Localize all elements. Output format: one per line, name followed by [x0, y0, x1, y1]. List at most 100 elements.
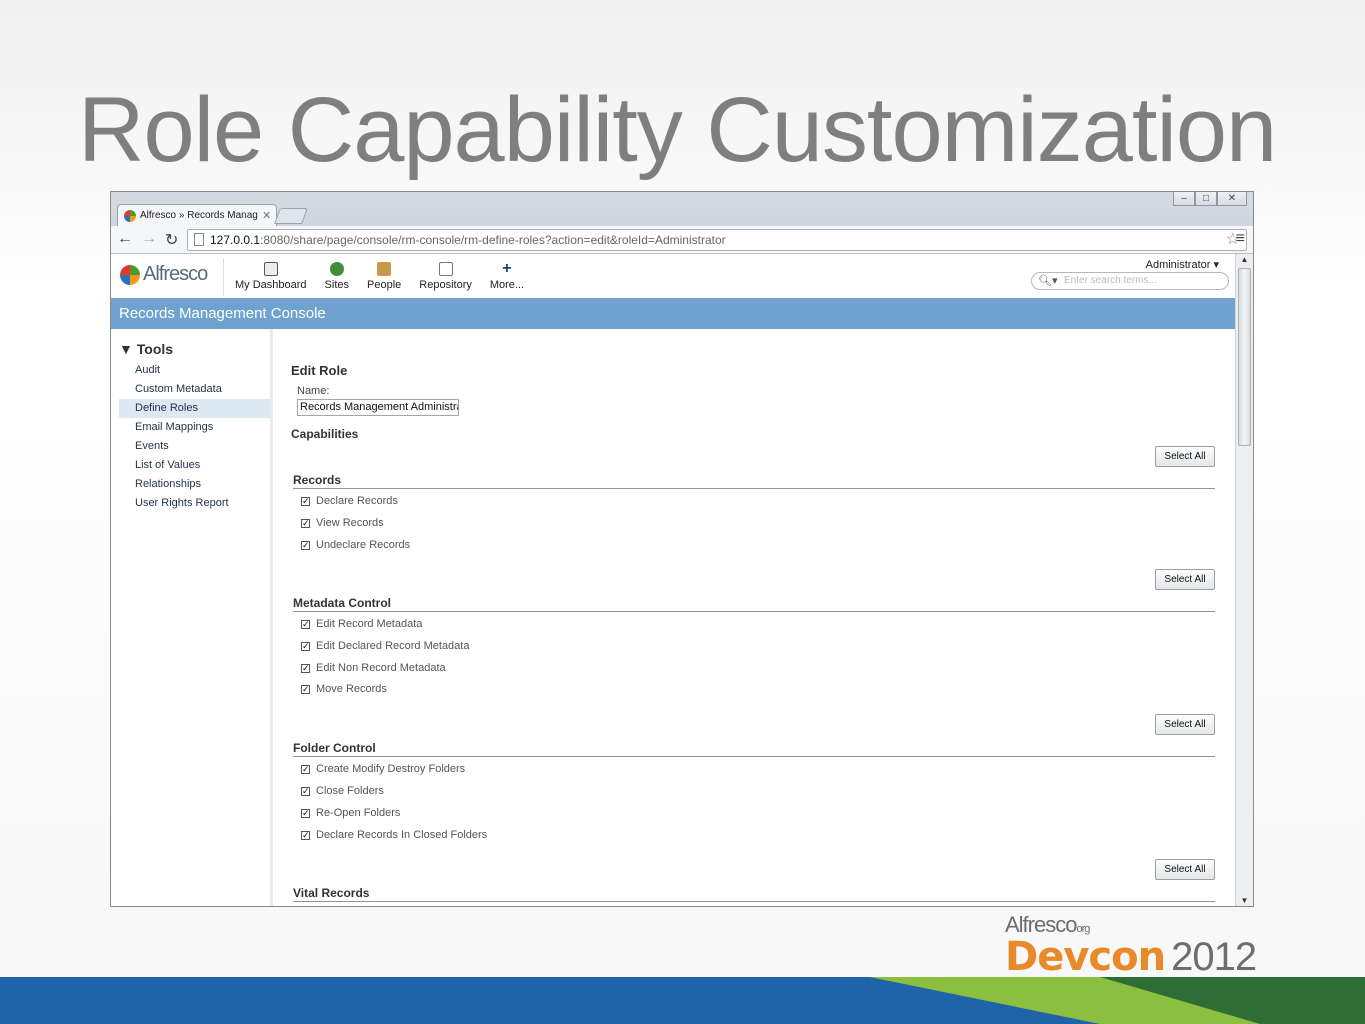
capability-row[interactable]: ✓ Move Records	[301, 681, 387, 697]
maximize-icon[interactable]: □	[1195, 192, 1217, 206]
select-all-vital-button[interactable]: Select All	[1155, 859, 1215, 880]
nav-label: People	[367, 279, 402, 291]
capability-row[interactable]: ✓ Undeclare Records	[301, 537, 410, 553]
repository-icon	[438, 262, 453, 276]
select-all-folder-button[interactable]: Select All	[1155, 714, 1215, 735]
nav-my-dashboard[interactable]: My Dashboard	[235, 262, 307, 291]
scroll-up-icon[interactable]: ▲	[1239, 255, 1250, 266]
capability-row[interactable]: ✓ Close Folders	[301, 783, 384, 799]
search-placeholder: Enter search terms...	[1064, 275, 1157, 286]
capability-row[interactable]: ✓ Declare Records	[301, 493, 398, 509]
dashboard-icon	[263, 262, 278, 276]
capability-row[interactable]: ✓ Re-Open Folders	[301, 805, 400, 821]
nav-label: More...	[489, 279, 525, 291]
scroll-thumb[interactable]	[1238, 268, 1251, 446]
user-name: Administrator	[1145, 259, 1211, 271]
app-header: Alfresco My Dashboard Sites People Repos…	[111, 254, 1237, 298]
url-path: :8080/share/page/console/rm-console/rm-d…	[260, 233, 726, 247]
logo-text: Alfresco	[143, 263, 208, 285]
sidebar-item-relationships[interactable]: Relationships	[119, 475, 271, 494]
capability-label: Edit Declared Record Metadata	[316, 640, 470, 652]
page-scrollbar[interactable]: ▲ ▼	[1235, 254, 1253, 906]
capability-row[interactable]: ✓ Edit Non Record Metadata	[301, 660, 446, 676]
address-bar[interactable]: 127.0.0.1:8080/share/page/console/rm-con…	[187, 229, 1247, 251]
plus-icon: +	[502, 260, 512, 277]
slide-title: Role Capability Customization	[78, 79, 1277, 181]
checkbox[interactable]: ✓	[301, 808, 310, 818]
tools-sidebar: ▼ Tools Audit Custom Metadata Define Rol…	[111, 329, 273, 906]
capability-label: Declare Records In Closed Folders	[316, 829, 488, 841]
checkbox[interactable]: ✓	[301, 684, 310, 694]
sidebar-item-events[interactable]: Events	[119, 437, 271, 456]
select-all-metadata-button[interactable]: Select All	[1155, 569, 1215, 590]
select-all-records-button[interactable]: Select All	[1155, 446, 1215, 467]
browser-toolbar: ← → ↻ 127.0.0.1:8080/share/page/console/…	[111, 226, 1253, 254]
reload-icon[interactable]: ↻	[165, 230, 178, 250]
forward-arrow-icon[interactable]: →	[141, 230, 157, 248]
capability-row[interactable]: ✓ Declare Records In Closed Folders	[301, 827, 487, 843]
checkbox[interactable]: ✓	[301, 764, 310, 774]
capability-label: Move Records	[316, 683, 387, 695]
close-icon[interactable]: ✕	[1217, 192, 1247, 206]
nav-sites[interactable]: Sites	[325, 262, 349, 291]
checkbox[interactable]: ✓	[301, 496, 310, 506]
checkbox[interactable]: ✓	[301, 540, 310, 550]
browser-chrome: – □ ✕ Alfresco » Records Managem ✕ ← → ↻…	[111, 192, 1253, 254]
capability-label: Undeclare Records	[316, 539, 411, 551]
sidebar-item-audit[interactable]: Audit	[119, 361, 271, 380]
alfresco-favicon-icon	[124, 209, 136, 222]
sidebar-item-user-rights-report[interactable]: User Rights Report	[119, 494, 271, 513]
tab-close-icon[interactable]: ✕	[262, 209, 271, 222]
checkbox[interactable]: ✓	[301, 518, 310, 528]
checkbox[interactable]: ✓	[301, 619, 310, 629]
nav-label: Repository	[419, 279, 472, 291]
browser-menu-icon[interactable]: ≡	[1236, 230, 1245, 248]
capability-row[interactable]: ✓ View Records	[301, 515, 384, 531]
checkbox[interactable]: ✓	[301, 786, 310, 796]
people-icon	[377, 262, 392, 276]
checkbox[interactable]: ✓	[301, 663, 310, 673]
capability-row[interactable]: ✓ Create Modify Destroy Folders	[301, 761, 465, 777]
new-tab-button[interactable]	[274, 208, 308, 224]
minimize-icon[interactable]: –	[1173, 192, 1195, 206]
checkbox[interactable]: ✓	[301, 641, 310, 651]
capability-label: Edit Non Record Metadata	[316, 662, 446, 674]
tools-list: Audit Custom Metadata Define Roles Email…	[119, 361, 271, 513]
back-arrow-icon[interactable]: ←	[117, 230, 133, 248]
capability-label: Re-Open Folders	[316, 807, 401, 819]
nav-more[interactable]: + More...	[489, 260, 525, 292]
search-icon[interactable]: 🔍︎▾	[1038, 273, 1058, 289]
devcon-year: 2012	[1171, 935, 1257, 979]
tools-heading[interactable]: ▼ Tools	[119, 341, 173, 357]
header-divider	[223, 258, 224, 296]
capability-row[interactable]: ✓ Edit Declared Record Metadata	[301, 638, 469, 654]
checkbox[interactable]: ✓	[301, 830, 310, 840]
capabilities-heading: Capabilities	[291, 427, 359, 441]
nav-repository[interactable]: Repository	[419, 262, 472, 291]
capability-label: View Records	[316, 517, 384, 529]
devcon-logo: Alfrescoorg Devcon 2012	[1005, 912, 1257, 980]
name-label: Name:	[297, 385, 330, 397]
capability-row[interactable]: ✓ Edit Record Metadata	[301, 616, 422, 632]
edit-role-heading: Edit Role	[291, 363, 348, 378]
sidebar-item-list-of-values[interactable]: List of Values	[119, 456, 271, 475]
sidebar-item-define-roles[interactable]: Define Roles	[119, 399, 271, 418]
nav-people[interactable]: People	[367, 262, 401, 291]
chevron-down-icon: ▾	[1213, 259, 1219, 271]
sidebar-item-custom-metadata[interactable]: Custom Metadata	[119, 380, 271, 399]
web-page: Alfresco My Dashboard Sites People Repos…	[111, 254, 1237, 906]
sidebar-item-email-mappings[interactable]: Email Mappings	[119, 418, 271, 437]
alfresco-flower-icon	[120, 264, 140, 285]
group-heading-metadata-control: Metadata Control	[293, 597, 1215, 612]
browser-tab[interactable]: Alfresco » Records Managem ✕	[117, 204, 277, 226]
alfresco-logo[interactable]: Alfresco	[120, 263, 208, 286]
nav-label: Sites	[324, 279, 350, 291]
scroll-down-icon[interactable]: ▼	[1239, 896, 1250, 906]
user-menu[interactable]: Administrator ▾	[1146, 258, 1219, 271]
search-input[interactable]: 🔍︎▾ Enter search terms...	[1031, 272, 1229, 290]
role-name-field[interactable]: Records Management Administra	[297, 399, 459, 416]
capability-label: Declare Records	[316, 495, 398, 507]
devcon-name: Devcon	[1005, 934, 1166, 980]
tools-label: Tools	[136, 341, 174, 357]
url-host: 127.0.0.1	[210, 233, 261, 247]
